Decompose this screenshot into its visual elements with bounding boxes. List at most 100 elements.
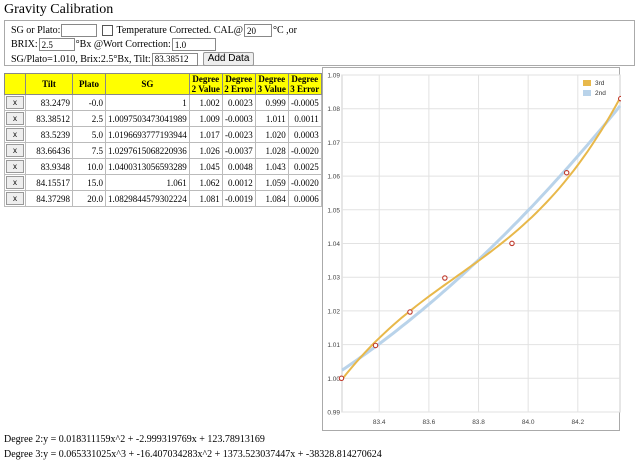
data-point xyxy=(372,342,379,349)
table-row: x 83.9348 10.0 1.0400313056593289 1.045 0.004… xyxy=(4,158,322,175)
temp-label: Temperature Corrected. CAL@ xyxy=(116,25,243,36)
table-cell: -0.0019 xyxy=(221,190,256,207)
y-tick-label: 1.02 xyxy=(327,308,340,315)
remove-row-cell[interactable]: x xyxy=(4,94,26,111)
y-tick-label: 1.01 xyxy=(327,342,340,349)
table-row: x 84.37298 20.0 1.0829844579302224 1.081 -0.0… xyxy=(4,190,322,207)
remove-row-button[interactable]: x xyxy=(6,112,24,125)
data-point xyxy=(407,309,413,315)
brix-unit: °Bx @Wort Correction: xyxy=(75,39,171,50)
summary-text: SG/Plato=1.010, Brix:2.5°Bx, Tilt: xyxy=(11,53,151,65)
table-cell: 84.37298 xyxy=(25,190,73,207)
remove-row-cell[interactable]: x xyxy=(4,158,26,175)
calibration-table: Tilt Plato SG Degree 2 Value Degree 2 Er… xyxy=(4,73,322,207)
remove-row-button[interactable]: x xyxy=(6,96,24,109)
legend-label-2nd: 2nd xyxy=(595,90,606,97)
sg-row: SG or Plato: Temperature Corrected. CAL@… xyxy=(11,24,297,37)
table-cell: -0.0037 xyxy=(221,142,256,159)
y-tick-label: 1.05 xyxy=(327,207,340,214)
col-plato: Plato xyxy=(72,73,106,95)
table-cell: 83.9348 xyxy=(25,158,73,175)
table-cell: 15.0 xyxy=(72,174,106,191)
legend-swatch-2nd xyxy=(583,90,591,96)
remove-row-cell[interactable]: x xyxy=(4,126,26,143)
page-title: Gravity Calibration xyxy=(4,2,114,17)
table-cell: -0.0003 xyxy=(221,110,256,127)
y-tick-label: 1.07 xyxy=(327,140,340,147)
table-cell: 2.5 xyxy=(72,110,106,127)
table-cell: 83.66436 xyxy=(25,142,73,159)
table-cell: -0.0005 xyxy=(287,94,322,111)
table-cell: 7.5 xyxy=(72,142,106,159)
table-cell: 0.0023 xyxy=(221,94,256,111)
table-cell: 1 xyxy=(105,94,190,111)
remove-row-cell[interactable]: x xyxy=(4,174,26,191)
table-cell: 83.2479 xyxy=(25,94,73,111)
table-cell: 0.0003 xyxy=(287,126,322,143)
y-tick-label: 1.00 xyxy=(327,376,340,383)
table-cell: 1.026 xyxy=(188,142,223,159)
y-tick-label: 1.04 xyxy=(327,241,340,248)
table-cell: 84.15517 xyxy=(25,174,73,191)
wort-correction-input[interactable] xyxy=(171,38,216,51)
col-tilt: Tilt xyxy=(25,73,73,95)
col-deg3-value: Degree 3 Value xyxy=(254,73,289,95)
table-cell: 0.0006 xyxy=(287,190,322,207)
table-row: x 83.38512 2.5 1.0097503473041989 1.009 -0.00… xyxy=(4,110,322,127)
table-cell: 20.0 xyxy=(72,190,106,207)
remove-row-cell[interactable]: x xyxy=(4,142,26,159)
add-data-button[interactable]: Add Data xyxy=(202,52,255,66)
table-cell: 0.0025 xyxy=(287,158,322,175)
remove-row-button[interactable]: x xyxy=(6,192,24,205)
table-cell: 10.0 xyxy=(72,158,106,175)
table-cell: 1.028 xyxy=(254,142,289,159)
table-cell: 0.0048 xyxy=(221,158,256,175)
x-tick-label: 83.8 xyxy=(472,419,485,426)
table-cell: -0.0023 xyxy=(221,126,256,143)
data-point xyxy=(617,95,621,102)
remove-row-cell[interactable]: x xyxy=(4,110,26,127)
degree2-equation: Degree 2:y = 0.018311159x^2 + -2.9993197… xyxy=(4,434,265,445)
legend-swatch-3rd xyxy=(583,80,591,86)
x-tick-label: 84.0 xyxy=(522,419,535,426)
remove-row-button[interactable]: x xyxy=(6,160,24,173)
data-point xyxy=(442,275,448,281)
table-cell: 1.0196693777193944 xyxy=(105,126,190,143)
table-cell: 0.0011 xyxy=(287,110,322,127)
table-cell: 1.017 xyxy=(188,126,223,143)
sg-input[interactable] xyxy=(61,24,98,37)
table-cell: 1.081 xyxy=(188,190,223,207)
remove-row-cell[interactable]: x xyxy=(4,190,26,207)
table-cell: -0.0020 xyxy=(287,142,322,159)
tilt-input[interactable] xyxy=(151,52,198,66)
table-cell: 1.043 xyxy=(254,158,289,175)
y-tick-label: 0.99 xyxy=(327,410,340,417)
table-cell: 1.0097503473041989 xyxy=(105,110,190,127)
brix-label: BRIX: xyxy=(11,39,38,50)
remove-row-button[interactable]: x xyxy=(6,128,24,141)
table-cell: 0.999 xyxy=(254,94,289,111)
table-cell: 1.0297615068220936 xyxy=(105,142,190,159)
table-cell: 83.38512 xyxy=(25,110,73,127)
remove-row-button[interactable]: x xyxy=(6,144,24,157)
y-tick-label: 1.09 xyxy=(327,73,340,80)
table-cell: 1.009 xyxy=(188,110,223,127)
temperature-corrected-checkbox[interactable] xyxy=(102,25,114,36)
degree3-equation: Degree 3:y = 0.065331025x^3 + -16.407034… xyxy=(4,449,382,460)
data-point xyxy=(563,169,570,176)
remove-row-button[interactable]: x xyxy=(6,176,24,189)
x-tick-label: 83.6 xyxy=(423,419,436,426)
col-deg3-error: Degree 3 Error xyxy=(287,73,322,95)
y-tick-label: 1.03 xyxy=(327,275,340,282)
calibration-chart: 0.99 1.00 1.01 1.02 1.03 1.04 1.05 1.06 1.07 1.08… xyxy=(322,67,621,431)
table-cell: 1.059 xyxy=(254,174,289,191)
brix-input[interactable] xyxy=(38,38,75,51)
temperature-input[interactable] xyxy=(243,24,272,37)
chart-svg: 0.99 1.00 1.01 1.02 1.03 1.04 1.05 1.06 1.07 1.08… xyxy=(327,73,621,426)
summary-row: SG/Plato=1.010, Brix:2.5°Bx, Tilt: Add D… xyxy=(11,52,255,66)
table-cell: 1.0829844579302224 xyxy=(105,190,190,207)
input-form: SG or Plato: Temperature Corrected. CAL@… xyxy=(4,20,635,66)
table-cell: 5.0 xyxy=(72,126,106,143)
brix-row: BRIX: °Bx @Wort Correction: xyxy=(11,38,217,51)
legend-label-3rd: 3rd xyxy=(595,80,605,87)
